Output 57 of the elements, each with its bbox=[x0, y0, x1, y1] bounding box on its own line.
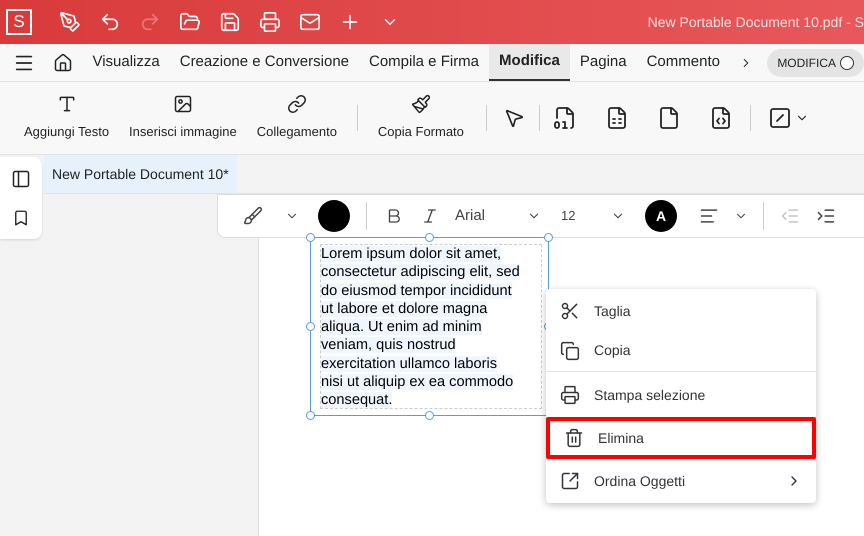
app-logo: S bbox=[6, 9, 32, 35]
resize-handle[interactable] bbox=[306, 233, 315, 242]
save-icon bbox=[219, 11, 241, 33]
brush-icon bbox=[410, 94, 431, 114]
ribbon-button[interactable]: Inserisci immagine bbox=[119, 94, 247, 142]
menu-item[interactable]: Taglia bbox=[546, 292, 816, 330]
resize-handle[interactable] bbox=[544, 233, 553, 242]
ribbon-tab[interactable]: Compila e Firma bbox=[359, 44, 490, 81]
copy-icon bbox=[560, 340, 580, 360]
home-icon bbox=[52, 52, 73, 72]
resize-handle[interactable] bbox=[425, 233, 434, 242]
bookmark-icon bbox=[12, 209, 30, 227]
menu-item[interactable]: Ordina Oggetti bbox=[546, 462, 816, 500]
redo-icon bbox=[139, 11, 161, 33]
scissors-icon bbox=[560, 301, 580, 321]
menu-item[interactable]: Stampa selezione bbox=[546, 376, 816, 414]
ribbon-button[interactable]: Aggiungi Testo bbox=[14, 94, 120, 142]
pen-button[interactable] bbox=[58, 11, 82, 33]
link-icon bbox=[286, 94, 307, 114]
italic-icon bbox=[421, 207, 439, 225]
ribbon-button[interactable]: Copia Formato bbox=[368, 94, 474, 142]
brush-icon bbox=[243, 206, 263, 226]
resize-handle[interactable] bbox=[306, 322, 315, 331]
ribbon-tab[interactable]: Modifica bbox=[489, 44, 570, 81]
menu-item[interactable]: Copia bbox=[546, 330, 816, 372]
panel-icon bbox=[11, 169, 31, 189]
fill-color-button[interactable] bbox=[318, 200, 350, 232]
folder-button[interactable] bbox=[178, 11, 202, 33]
font-dropdown[interactable]: Arial bbox=[455, 204, 541, 228]
folder-icon bbox=[179, 11, 201, 33]
trash-icon bbox=[564, 428, 584, 448]
font-color-button[interactable]: A bbox=[645, 200, 677, 232]
pen-icon bbox=[59, 11, 81, 33]
menu-item[interactable]: Elimina bbox=[546, 417, 816, 459]
print-icon bbox=[259, 11, 281, 33]
window-title: New Portable Document 10.pdf - S bbox=[648, 12, 864, 32]
mail-icon bbox=[299, 11, 321, 33]
ribbon-tab[interactable]: Visualizza bbox=[82, 44, 170, 81]
mail-button[interactable] bbox=[298, 11, 322, 33]
image-icon bbox=[172, 94, 193, 114]
ribbon-button[interactable]: Collegamento bbox=[246, 94, 347, 142]
ribbon-tab[interactable]: Commento bbox=[636, 44, 730, 81]
arrange-icon bbox=[560, 471, 580, 491]
slash-square-icon bbox=[768, 106, 792, 130]
print-button[interactable] bbox=[258, 11, 282, 33]
undo-icon bbox=[99, 11, 121, 33]
size-dropdown[interactable]: 12 bbox=[561, 206, 625, 226]
resize-handle[interactable] bbox=[425, 411, 434, 420]
ribbon-tab[interactable]: Pagina bbox=[570, 44, 637, 81]
print-icon bbox=[560, 385, 580, 405]
mode-toggle[interactable]: MODIFICA bbox=[767, 48, 864, 76]
document-tab[interactable]: New Portable Document 10* bbox=[44, 155, 237, 193]
ribbon-tab[interactable]: Creazione e Conversione bbox=[170, 44, 359, 81]
save-button[interactable] bbox=[218, 11, 242, 33]
file-icon bbox=[552, 106, 577, 130]
resize-handle[interactable] bbox=[306, 411, 315, 420]
text-icon bbox=[56, 94, 77, 114]
